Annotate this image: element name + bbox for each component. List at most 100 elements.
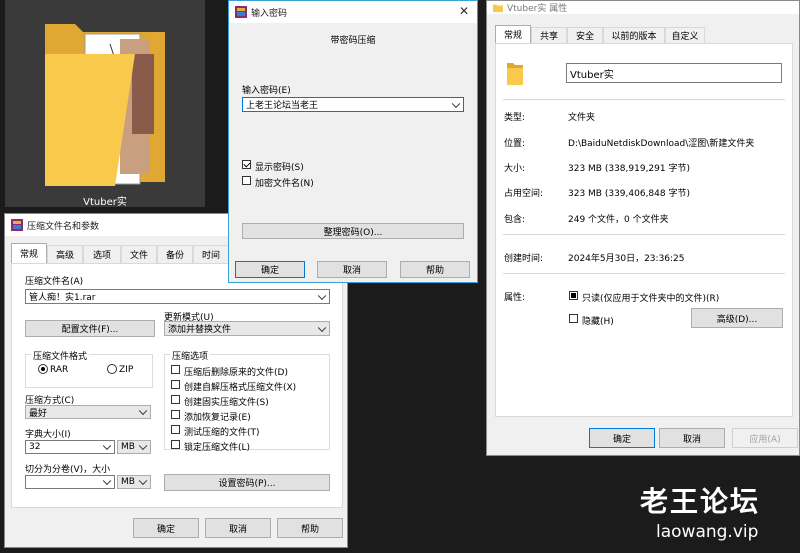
attributes-label: 属性: [504,293,526,303]
show-password-checkbox[interactable] [242,160,251,169]
format-zip-radio[interactable] [107,364,117,374]
dict-label: 字典大小(I) [25,430,71,440]
update-mode-select[interactable]: 添加并替换文件 [164,321,330,336]
format-rar-label: RAR [50,365,69,375]
compression-option-label: 创建自解压格式压缩文件(X) [184,383,297,393]
folder-name-input[interactable]: Vtuber实 [566,63,782,83]
chevron-down-icon [451,99,461,108]
dict-value: 32 [29,442,41,452]
archive-name-value: 管人痴！实1.rar [29,293,96,303]
chevron-down-icon [317,291,327,300]
properties-dialog-titlebar[interactable]: Vtuber实 属性 [487,1,799,14]
location-value: D:\BaiduNetdiskDownload\涩图\新建文件夹 [568,139,755,149]
winrar-icon [235,6,247,18]
created-label: 创建时间: [504,254,544,264]
password-heading: 带密码压缩 [330,36,376,46]
dict-unit-select[interactable]: MB [117,440,151,454]
tab-general[interactable]: 常规 [11,243,47,263]
compression-option-label: 测试压缩的文件(T) [184,428,260,438]
tab-general[interactable]: 常规 [495,25,531,43]
compression-option-checkbox[interactable] [171,440,180,449]
compression-option-label: 创建固实压缩文件(S) [184,398,269,408]
tab-advanced[interactable]: 高级 [47,245,83,263]
compression-option-label: 添加恢复记录(E) [184,413,251,423]
archive-cancel-button[interactable]: 取消 [205,518,271,538]
update-mode-value: 添加并替换文件 [168,325,232,335]
folder-name-value: Vtuber实 [570,69,614,81]
tab-options[interactable]: 选项 [83,245,121,263]
compression-option-checkbox[interactable] [171,425,180,434]
tab-customize[interactable]: 自定义 [665,27,705,43]
divider [503,273,785,274]
properties-tabs: 常规 共享 安全 以前的版本 自定义 [495,25,793,43]
password-value: 上老王论坛当老王 [246,101,319,111]
compression-option-checkbox[interactable] [171,365,180,374]
size-label: 大小: [504,164,526,174]
organize-passwords-button[interactable]: 整理密码(O)... [242,223,464,239]
type-label: 类型: [504,113,526,123]
archive-dialog-title: 压缩文件名和参数 [27,221,100,232]
password-label: 输入密码(E) [242,86,291,96]
archive-name-input[interactable]: 管人痴！实1.rar [25,289,330,304]
compression-option-label: 压缩后删除原来的文件(D) [184,368,288,378]
watermark-title: 老王论坛 [640,485,761,518]
properties-dialog: Vtuber实 属性 常规 共享 安全 以前的版本 自定义 Vtuber实 类型… [486,0,800,456]
archive-ok-button[interactable]: 确定 [133,518,199,538]
format-zip-label: ZIP [119,365,134,375]
split-size-input[interactable] [25,475,115,489]
advanced-button[interactable]: 高级(D)... [691,308,783,328]
properties-cancel-button[interactable]: 取消 [659,428,725,448]
password-dialog-titlebar[interactable]: 输入密码 ✕ [229,1,477,23]
type-value: 文件夹 [568,113,596,123]
tab-security[interactable]: 安全 [567,27,603,43]
dict-select[interactable]: 32 [25,440,115,454]
encrypt-names-checkbox[interactable] [242,176,251,185]
split-unit-select[interactable]: MB [117,475,151,489]
options-group-label: 压缩选项 [170,349,211,362]
compression-option-checkbox[interactable] [171,380,180,389]
password-dialog: 输入密码 ✕ 带密码压缩 输入密码(E) 上老王论坛当老王 显示密码(S) 加密… [228,0,478,283]
chevron-down-icon [317,323,327,332]
properties-dialog-title: Vtuber实 属性 [507,4,568,14]
location-label: 位置: [504,139,526,149]
profiles-button[interactable]: 配置文件(F)... [25,320,155,337]
method-value: 最好 [29,408,48,419]
contains-value: 249 个文件，0 个文件夹 [568,215,669,225]
split-label: 切分为分卷(V)，大小 [25,465,111,475]
watermark-url: laowang.vip [656,522,759,542]
properties-ok-button[interactable]: 确定 [589,428,655,448]
dict-unit-value: MB [121,442,135,452]
compression-option-checkbox[interactable] [171,395,180,404]
password-ok-button[interactable]: 确定 [235,261,305,278]
chevron-down-icon [138,441,148,451]
chevron-down-icon [138,406,148,416]
compression-option-label: 锁定压缩文件(L) [184,443,251,453]
hidden-checkbox[interactable] [569,314,578,323]
password-cancel-button[interactable]: 取消 [317,261,387,278]
archive-help-button[interactable]: 帮助 [277,518,343,538]
disk-size-label: 占用空间: [504,189,544,199]
disk-size-value: 323 MB (339,406,848 字节) [568,189,690,199]
password-help-button[interactable]: 帮助 [400,261,470,278]
show-password-label: 显示密码(S) [255,163,304,173]
readonly-checkbox[interactable] [569,291,578,300]
chevron-down-icon [102,441,112,451]
format-rar-radio[interactable] [38,364,48,374]
folder-label: Vtuber实 [83,197,127,208]
hidden-label: 隐藏(H) [582,317,614,327]
set-password-button[interactable]: 设置密码(P)... [164,474,330,491]
properties-apply-button[interactable]: 应用(A) [732,428,798,448]
tab-backup[interactable]: 备份 [157,245,193,263]
tab-time[interactable]: 时间 [193,245,229,263]
close-icon[interactable]: ✕ [459,4,469,18]
readonly-label: 只读(仅应用于文件夹中的文件)(R) [582,294,720,304]
encrypt-names-label: 加密文件名(N) [255,179,314,189]
compression-option-checkbox[interactable] [171,410,180,419]
divider [503,99,785,100]
tab-sharing[interactable]: 共享 [531,27,567,43]
method-select[interactable]: 最好 [25,405,151,419]
desktop-folder[interactable]: Vtuber实 [5,0,205,208]
password-input[interactable]: 上老王论坛当老王 [242,97,464,112]
tab-previous-versions[interactable]: 以前的版本 [603,27,665,43]
tab-files[interactable]: 文件 [121,245,157,263]
